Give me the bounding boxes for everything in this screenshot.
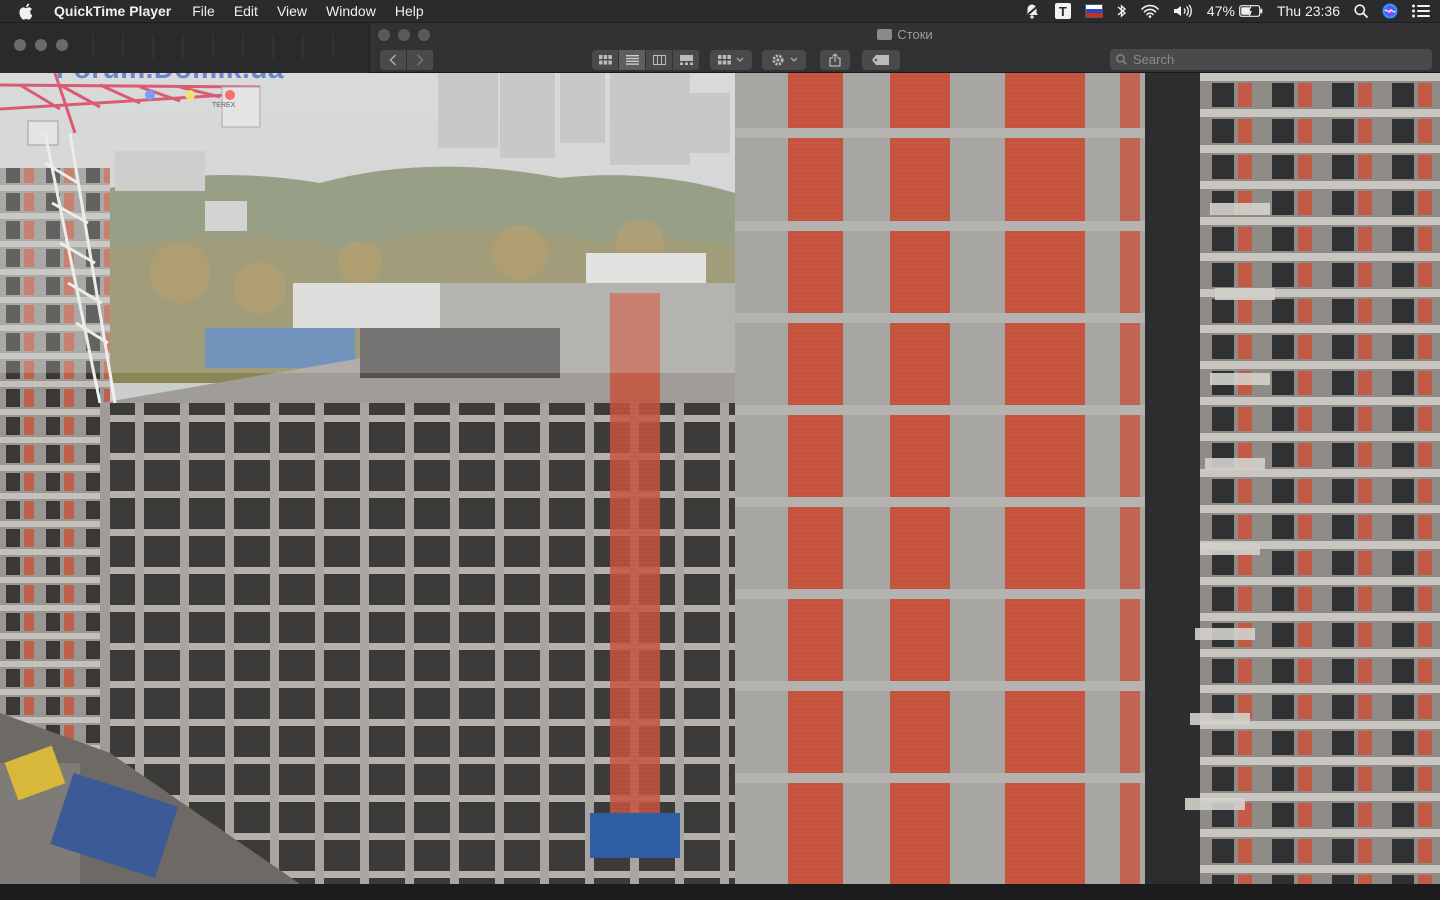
chevron-down-icon (736, 57, 744, 62)
battery-charging-icon (1239, 2, 1263, 20)
menu-view[interactable]: View (277, 3, 307, 19)
finder-window-title-area: Стоки (370, 27, 1440, 42)
action-menu-button[interactable] (762, 50, 806, 70)
share-icon (829, 53, 841, 67)
forward-button[interactable] (407, 50, 434, 70)
finder-window-title: Стоки (897, 27, 933, 42)
search-input[interactable] (1131, 51, 1425, 68)
menu-help[interactable]: Help (395, 3, 424, 19)
group-by-button[interactable] (710, 50, 752, 70)
notification-center-icon[interactable] (1412, 2, 1430, 20)
video-content-image: TEREX (0, 73, 1440, 884)
icon-grid-icon (598, 55, 612, 65)
quicktime-bottom-edge (0, 884, 1440, 900)
app-menu-quicktime[interactable]: QuickTime Player (54, 3, 171, 19)
text-input-badge-icon[interactable]: T (1054, 3, 1071, 19)
column-view-button[interactable] (646, 50, 673, 70)
edit-tags-button[interactable] (862, 50, 900, 70)
close-window-button[interactable] (14, 39, 26, 51)
notification-bell-icon[interactable] (1023, 2, 1041, 20)
menu-clock[interactable]: Thu 23:36 (1277, 3, 1340, 19)
battery-percent: 47% (1206, 3, 1235, 19)
finder-search-field[interactable] (1110, 49, 1432, 70)
search-icon (1116, 54, 1127, 65)
view-mode-control (592, 50, 700, 70)
video-frame[interactable]: TEREX Forum.Domik.ua (0, 73, 1440, 884)
siri-icon[interactable] (1382, 2, 1398, 20)
background-window-ghost (78, 35, 361, 59)
back-button[interactable] (380, 50, 407, 70)
quicktime-title-bar[interactable] (0, 23, 369, 74)
video-watermark: Forum.Domik.ua (56, 73, 284, 85)
icon-view-button[interactable] (592, 50, 619, 70)
columns-icon (652, 55, 666, 65)
spotlight-search-icon[interactable] (1354, 2, 1368, 20)
quicktime-window-controls (14, 39, 68, 51)
group-grid-icon (718, 55, 731, 65)
battery-status[interactable]: 47% (1207, 2, 1263, 20)
finder-window-toolbar[interactable]: Стоки (370, 23, 1440, 73)
share-button[interactable] (820, 50, 850, 70)
chevron-down-icon (790, 57, 797, 62)
gear-icon (772, 54, 783, 66)
folder-icon (877, 29, 893, 40)
back-forward-control (380, 50, 434, 70)
list-icon (625, 55, 639, 65)
zoom-window-button[interactable] (56, 39, 68, 51)
wifi-icon[interactable] (1141, 2, 1159, 20)
menu-file[interactable]: File (192, 3, 215, 19)
bluetooth-icon[interactable] (1117, 2, 1127, 20)
minimize-window-button[interactable] (35, 39, 47, 51)
gallery-view-button[interactable] (673, 50, 700, 70)
chevron-left-icon (389, 54, 397, 66)
menu-bar: QuickTime Player File Edit View Window H… (0, 0, 1440, 22)
apple-menu-icon[interactable] (18, 2, 34, 20)
status-area: T 47% Thu 23:36 (1023, 2, 1430, 20)
gallery-icon (679, 55, 693, 65)
right-tower (1200, 73, 1440, 884)
tag-icon (872, 55, 889, 65)
menu-window[interactable]: Window (326, 3, 376, 19)
blue-tarp (590, 813, 680, 858)
russian-flag-icon[interactable] (1084, 4, 1103, 18)
list-view-button[interactable] (619, 50, 646, 70)
chevron-right-icon (416, 54, 424, 66)
volume-icon[interactable] (1173, 2, 1193, 20)
menu-edit[interactable]: Edit (234, 3, 258, 19)
